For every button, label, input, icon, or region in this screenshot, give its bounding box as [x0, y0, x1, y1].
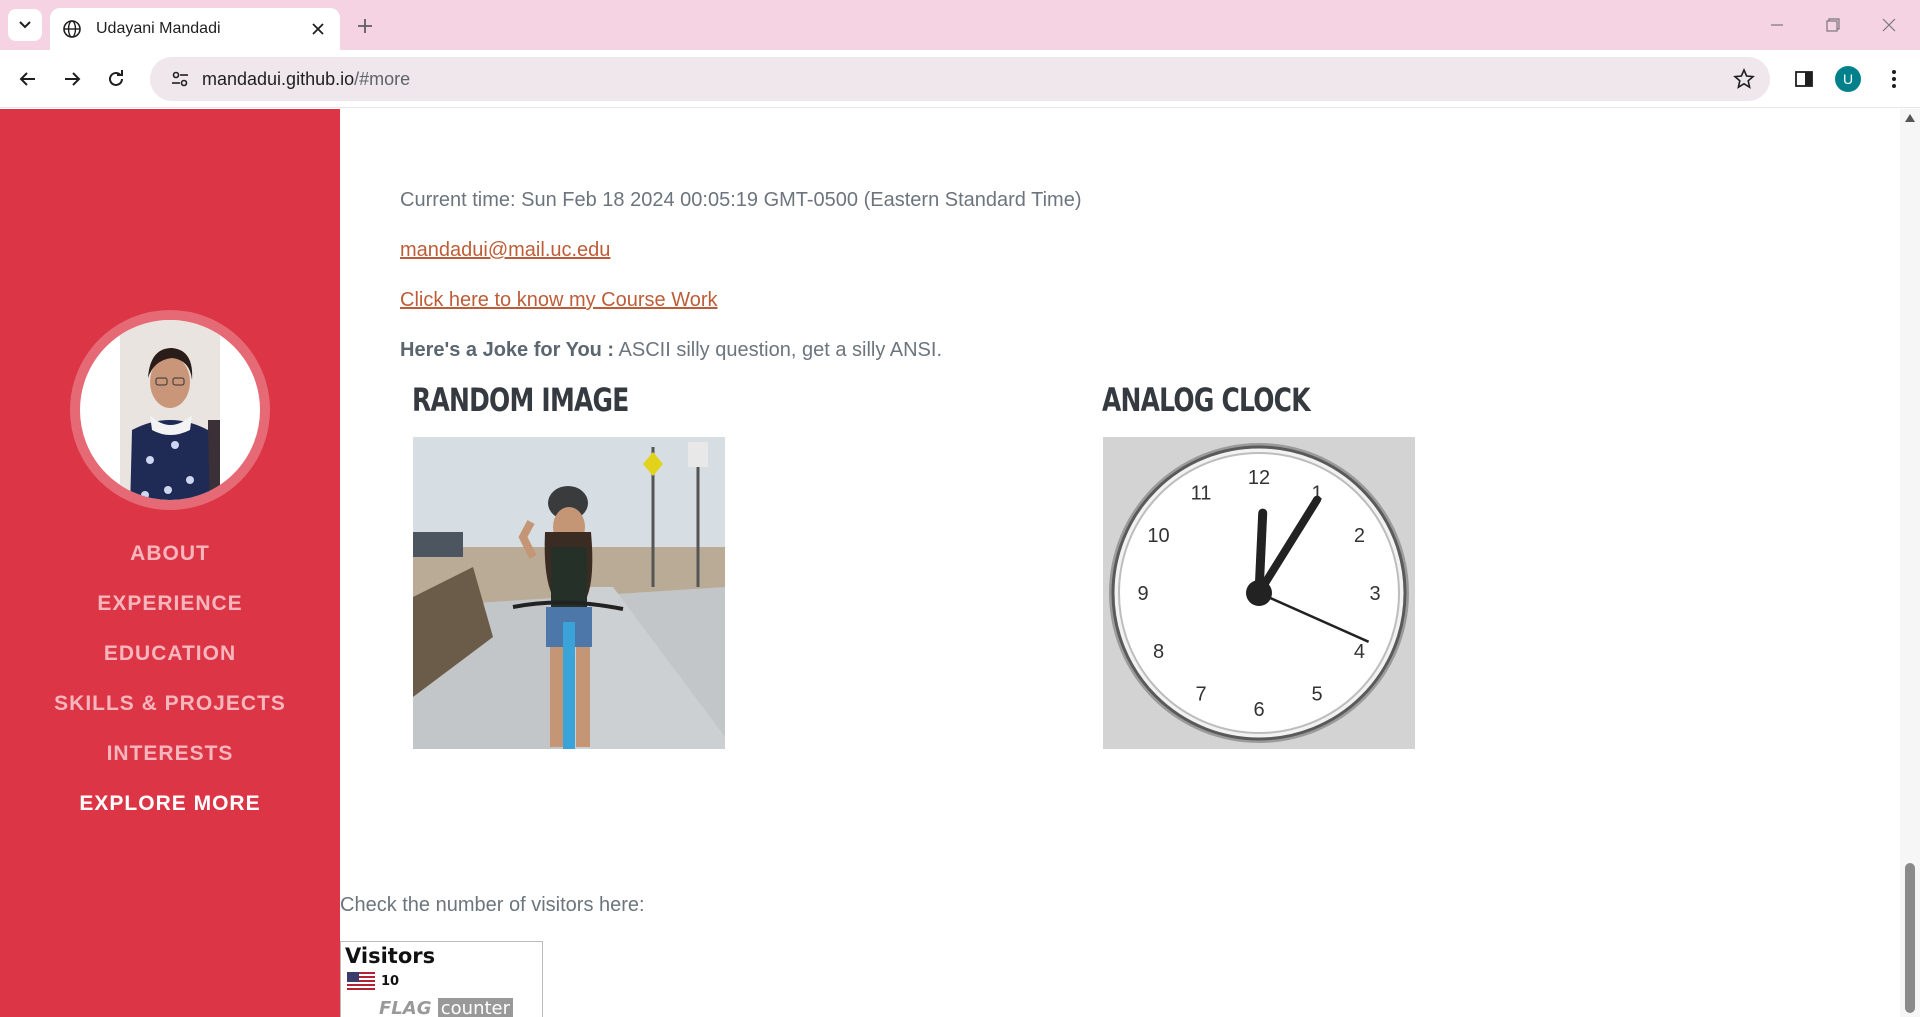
- side-panel-button[interactable]: [1788, 63, 1820, 95]
- reload-button[interactable]: [100, 63, 132, 95]
- analog-clock: 1 2 3 4 5 6 7 8 9 10 11 12: [1103, 437, 1415, 749]
- side-panel-icon: [1795, 71, 1813, 87]
- nav-item-education[interactable]: Education: [0, 629, 340, 679]
- flag-counter-title: Visitors: [345, 944, 436, 968]
- reload-icon: [109, 70, 123, 86]
- flag-counter-brand-word1: FLAG: [379, 998, 432, 1017]
- joke-text: ASCII silly question, get a silly ANSI.: [614, 339, 943, 361]
- sidebar: About Experience Education Skills & Proj…: [0, 109, 340, 1017]
- site-settings-icon[interactable]: [158, 57, 202, 101]
- clock-numeral: 9: [1137, 583, 1148, 605]
- clock-numeral: 12: [1248, 467, 1270, 489]
- joke: Here's a Joke for You : ASCII silly ques…: [400, 339, 942, 362]
- clock-center: [1246, 580, 1272, 606]
- analog-clock-title: ANALOG CLOCK: [1102, 381, 1311, 419]
- random-image: [413, 437, 725, 749]
- browser-tab[interactable]: Udayani Mandadi: [50, 8, 340, 50]
- minimize-button[interactable]: [1754, 10, 1800, 40]
- clock-numeral: 5: [1311, 683, 1322, 705]
- browser-toolbar: mandadui.github.io/#more U: [0, 50, 1920, 108]
- visitors-label: Check the number of visitors here:: [340, 894, 645, 916]
- more-vertical-icon: [1892, 70, 1896, 88]
- email-link[interactable]: mandadui@mail.uc.edu: [400, 239, 610, 262]
- clock-numeral: 11: [1191, 483, 1212, 505]
- new-tab-button[interactable]: [352, 13, 378, 39]
- window-close-button[interactable]: [1866, 10, 1912, 40]
- nav-item-interests[interactable]: Interests: [0, 729, 340, 779]
- minimize-icon: [1771, 24, 1783, 26]
- tab-title: Udayani Mandadi: [96, 20, 221, 37]
- bookmark-star-icon[interactable]: [1732, 67, 1756, 91]
- sidebar-nav: About Experience Education Skills & Proj…: [0, 529, 340, 829]
- nav-item-experience[interactable]: Experience: [0, 579, 340, 629]
- main-content: Current time: Sun Feb 18 2024 00:05:19 G…: [340, 109, 1900, 1017]
- nav-item-about[interactable]: About: [0, 529, 340, 579]
- current-time: Current time: Sun Feb 18 2024 00:05:19 G…: [400, 189, 1082, 211]
- clock-numeral: 3: [1369, 583, 1380, 605]
- scrollbar-thumb[interactable]: [1905, 863, 1915, 1013]
- page-scrollbar[interactable]: [1900, 109, 1920, 1017]
- scroll-up-arrow-icon[interactable]: [1904, 113, 1916, 123]
- clock-numeral: 8: [1153, 641, 1164, 663]
- restore-icon: [1826, 18, 1840, 32]
- random-image-title: RANDOM IMAGE: [412, 381, 629, 419]
- joke-label: Here's a Joke for You :: [400, 339, 615, 361]
- clock-face: 123456789101112: [1109, 443, 1409, 743]
- chevron-down-icon: [19, 21, 31, 29]
- profile-avatar[interactable]: U: [1835, 66, 1861, 92]
- browser-menu-button[interactable]: [1878, 63, 1910, 95]
- arrow-right-icon: [65, 72, 81, 86]
- address-bar[interactable]: mandadui.github.io/#more: [150, 57, 1770, 101]
- plus-icon: [358, 19, 372, 33]
- flag-counter-brand-word2: counter: [437, 998, 514, 1017]
- restore-button[interactable]: [1810, 10, 1856, 40]
- nav-item-skills-projects[interactable]: Skills & Projects: [0, 679, 340, 729]
- clock-numeral: 2: [1354, 525, 1365, 547]
- browser-tabstrip: Udayani Mandadi: [0, 0, 1920, 50]
- flag-counter-brand: FLAG counter: [379, 998, 514, 1017]
- clock-numeral: 7: [1195, 683, 1206, 705]
- us-flag-icon: [347, 972, 375, 990]
- url-text: mandadui.github.io/#more: [202, 69, 410, 90]
- close-icon: [1882, 18, 1896, 32]
- close-icon[interactable]: [308, 19, 328, 39]
- course-work-link[interactable]: Click here to know my Course Work: [400, 289, 718, 312]
- url-path: /#more: [354, 68, 411, 89]
- arrow-left-icon: [19, 72, 35, 86]
- flag-counter-count: 10: [381, 974, 400, 989]
- clock-numeral: 10: [1147, 525, 1169, 547]
- nav-item-explore-more[interactable]: Explore More: [0, 779, 340, 829]
- url-host: mandadui.github.io: [202, 68, 355, 89]
- page-viewport: About Experience Education Skills & Proj…: [0, 109, 1920, 1017]
- cyclist-photo: [413, 437, 725, 749]
- profile-picture: [70, 310, 270, 510]
- globe-icon: [62, 19, 82, 39]
- clock-numeral: 6: [1253, 699, 1264, 721]
- tab-search-button[interactable]: [8, 9, 42, 41]
- back-button[interactable]: [12, 63, 44, 95]
- clock-numeral: 4: [1354, 641, 1365, 663]
- flag-counter-widget[interactable]: Visitors 10 FLAG counter: [340, 941, 543, 1017]
- profile-photo: [120, 320, 220, 500]
- forward-button[interactable]: [56, 63, 88, 95]
